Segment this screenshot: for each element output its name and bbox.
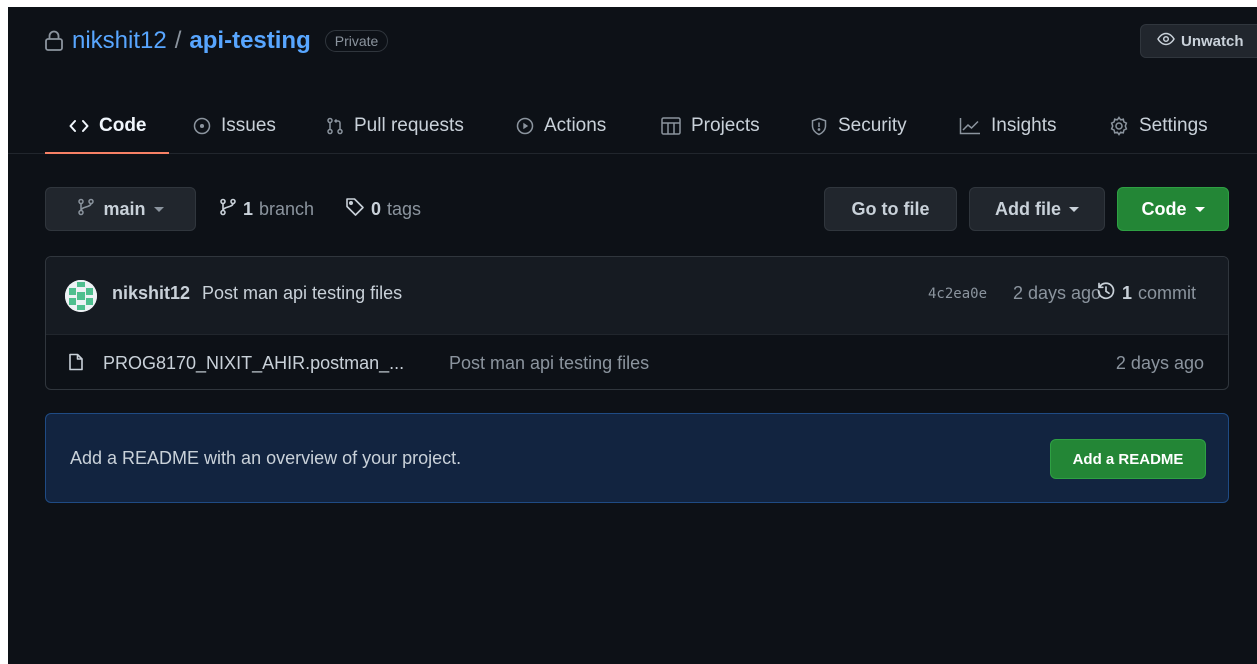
code-button-label: Code [1141,198,1187,219]
commit-count-label: commit [1138,283,1197,303]
eye-icon [1157,32,1175,50]
branch-icon [219,198,237,221]
tab-actions-label: Actions [544,115,607,136]
repo-path-separator: / [174,27,182,54]
code-icon [69,118,89,134]
tab-code[interactable]: Code [45,99,168,154]
branch-count: 1 [243,198,254,219]
tab-pull-requests[interactable]: Pull requests [326,99,464,153]
commit-sha[interactable]: 4c2ea0e [928,286,987,302]
add-readme-button[interactable]: Add a README [1050,439,1206,479]
graph-icon [959,117,981,135]
latest-commit-row: nikshit12 Post man api testing files 4c2… [46,257,1228,335]
branch-select-button[interactable]: main [45,187,196,231]
tab-security[interactable]: Security [810,99,907,153]
repository-page: nikshit12 / api-testing Private Unwatch … [8,7,1257,664]
add-file-label: Add file [995,198,1061,219]
readme-banner: Add a README with an overview of your pr… [45,413,1229,503]
commit-message[interactable]: Post man api testing files [202,283,402,304]
commit-author[interactable]: nikshit12 [112,283,190,304]
tab-projects-label: Projects [691,115,760,136]
tab-insights-label: Insights [991,115,1057,136]
repo-owner-link[interactable]: nikshit12 [72,27,167,55]
shield-icon [810,117,828,136]
branches-link[interactable]: 1 branch [219,187,314,231]
chevron-down-icon [153,206,164,212]
tag-count-label: tags [387,198,422,219]
visibility-badge: Private [324,30,389,52]
repo-header: nikshit12 / api-testing Private [44,25,389,57]
file-name-link[interactable]: PROG8170_NIXIT_AHIR.postman_... [103,353,404,374]
tab-security-label: Security [838,115,907,136]
file-age: 2 days ago [1115,353,1204,373]
commit-count: 1 [1122,283,1133,303]
tab-pull-requests-label: Pull requests [354,115,464,136]
tag-icon [345,197,365,222]
tags-link[interactable]: 0 tags [345,187,421,231]
tab-settings-label: Settings [1139,115,1208,136]
chevron-down-icon [1069,206,1079,212]
unwatch-label: Unwatch [1181,32,1244,50]
file-icon [69,353,83,376]
readme-prompt-text: Add a README with an overview of your pr… [70,448,462,468]
tab-code-label: Code [99,115,147,136]
code-dropdown-button[interactable]: Code [1117,187,1229,231]
go-to-file-button[interactable]: Go to file [824,187,957,231]
file-commit-message[interactable]: Post man api testing files [449,353,649,374]
tab-projects[interactable]: Projects [661,99,760,153]
add-readme-label: Add a README [1072,450,1184,468]
chevron-down-icon [1194,206,1205,212]
repo-nav-tabs: Code Issues Pull requests Actions Projec… [8,99,1257,154]
avatar[interactable] [65,280,97,312]
file-row: PROG8170_NIXIT_AHIR.postman_... Post man… [46,335,1228,389]
tab-settings[interactable]: Settings [1109,99,1208,153]
play-icon [516,117,534,135]
add-file-button[interactable]: Add file [969,187,1105,231]
gear-icon [1109,116,1129,136]
branch-count-label: branch [259,198,315,219]
commit-age: 2 days ago [1013,283,1102,303]
lock-icon [44,30,64,52]
tab-issues-label: Issues [221,115,276,136]
pull-request-icon [326,117,344,135]
tab-actions[interactable]: Actions [516,99,606,153]
commit-history-link[interactable]: 1 commit [1096,281,1196,306]
table-icon [661,117,681,135]
tab-insights[interactable]: Insights [959,99,1056,153]
issue-icon [193,117,211,135]
branch-icon [77,198,95,221]
go-to-file-label: Go to file [851,198,930,219]
branch-name: main [103,198,146,219]
file-list: nikshit12 Post man api testing files 4c2… [45,256,1229,390]
tab-issues[interactable]: Issues [193,99,276,153]
unwatch-button[interactable]: Unwatch [1140,24,1257,58]
history-icon [1096,281,1116,306]
repo-name-link[interactable]: api-testing [189,27,310,55]
tag-count: 0 [371,198,382,219]
